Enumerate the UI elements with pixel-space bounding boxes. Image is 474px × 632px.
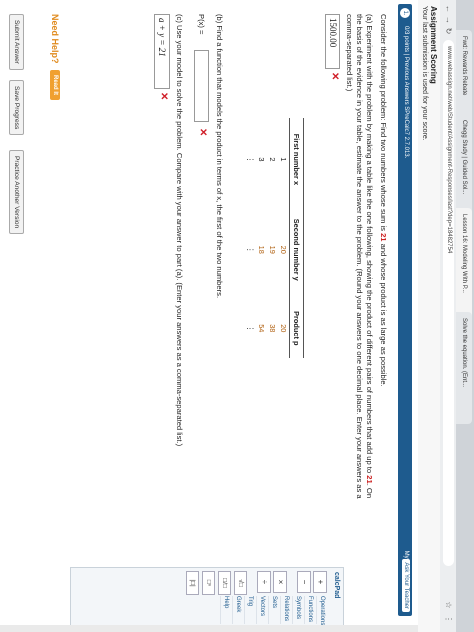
times-key[interactable]: ×	[273, 571, 287, 593]
answer-c-input[interactable]: a + y = 21	[154, 14, 170, 89]
column-header: First number x	[289, 118, 304, 201]
question-panel: 1. 0/3 points | Previous Answers SPreCal…	[0, 0, 418, 632]
divide-key[interactable]: ÷	[257, 571, 271, 593]
page-subtitle: Your last submission is used for your sc…	[421, 6, 428, 141]
page-title: Assignment Scoring	[429, 6, 438, 84]
prompt-text-end: and whose product is as large as possibl…	[379, 241, 388, 387]
prompt-text: Consider the following problem: Find two…	[379, 14, 388, 234]
table-cell: 2	[268, 157, 277, 162]
table-cell: 19	[268, 245, 277, 254]
table-row: 1 20 20	[278, 118, 290, 358]
table-cell: 54	[257, 324, 266, 333]
browser-tab-active[interactable]: Lesson 16: Modeling With P...	[456, 208, 472, 320]
incorrect-icon: ✕	[329, 72, 340, 81]
table-row: 2 19 38	[267, 118, 278, 358]
table-row: ⋮ ⋮ ⋮	[245, 118, 256, 358]
assignment-header: Assignment Scoring Your last submission …	[417, 0, 440, 632]
question-number: 1.	[400, 8, 410, 18]
part-a-text: (a) Experiment with the problem by makin…	[365, 14, 374, 476]
sqrt-key[interactable]: √□	[234, 571, 247, 595]
forward-icon[interactable]: →	[443, 15, 453, 25]
part-b-text: (b) Find a function that models the prod…	[215, 14, 224, 299]
table-cell: 3	[257, 157, 266, 162]
table-cell: 20	[279, 324, 288, 333]
part-c-text: (c) Use your model to solve the problem.…	[175, 14, 184, 447]
table-cell: ⋮	[246, 155, 255, 164]
submit-answer-button[interactable]: Submit Answer	[9, 14, 24, 70]
table-cell: 38	[268, 324, 277, 333]
calcpad-title: calcPad	[333, 572, 340, 599]
calcpad-menu-trig[interactable]: Trig	[244, 596, 255, 624]
address-bar: ← → ↻ www.webassign.net/web/Student/Assi…	[439, 0, 456, 632]
column-header: Product p	[289, 298, 304, 358]
reload-icon[interactable]: ↻	[443, 26, 453, 36]
incorrect-icon: ✕	[158, 92, 169, 101]
part-a-line: the basis of the evidence in your table,…	[355, 14, 364, 499]
column-header: Second number y	[289, 200, 304, 299]
read-it-button[interactable]: Read It	[50, 70, 60, 101]
part-a-text-end: . On	[365, 483, 374, 499]
question-header-bar: 1. 0/3 points | Previous Answers SPreCal…	[398, 4, 412, 616]
calcpad-panel: calcPad + − × ÷ √□ □/□ □ⁿ |□| Operations…	[70, 567, 344, 627]
calcpad-menu-vectors[interactable]: Vectors	[256, 596, 267, 624]
browser-tab[interactable]: Chegg Study | Guided Sol...	[456, 114, 472, 216]
table-cell: 1	[279, 157, 288, 162]
sum-value: 21	[379, 233, 388, 242]
calcpad-menu-operations[interactable]: Operations	[316, 596, 327, 625]
power-key[interactable]: □ⁿ	[202, 571, 215, 595]
scrollbar-track[interactable]	[0, 625, 418, 632]
need-help-label: Need Help?	[50, 14, 60, 64]
abs-key[interactable]: |□|	[186, 571, 199, 595]
url-field[interactable]: www.webassign.net/web/Student/Assignment…	[443, 40, 454, 566]
answer-a-input[interactable]: 1500.00	[325, 14, 340, 69]
calcpad-menu-symbols[interactable]: Symbols	[292, 596, 303, 624]
rotated-screen: Fwd: Rewards Rebate Chegg Study | Guided…	[0, 0, 474, 632]
calcpad-menu-help[interactable]: Help	[220, 596, 231, 624]
part-a-line: (a) Experiment with the problem by makin…	[365, 14, 374, 498]
px-input[interactable]	[194, 50, 209, 122]
calcpad-menu-sets[interactable]: Sets	[268, 596, 279, 624]
calcpad-menu-relations[interactable]: Relations	[280, 596, 291, 624]
part-a-sum: 21	[365, 475, 374, 484]
plus-key[interactable]: +	[313, 571, 327, 593]
calcpad-menu-functions[interactable]: Functions	[304, 596, 315, 624]
back-icon[interactable]: ←	[443, 4, 453, 14]
browser-tab[interactable]: Fwd: Rewards Rebate	[456, 30, 472, 122]
table-row: 3 18 54	[256, 118, 267, 358]
points-line: 0/3 points | Previous Answers SPreCalc7 …	[403, 26, 409, 159]
practice-another-version-button[interactable]: Practice Another Version	[9, 150, 24, 235]
table-cell: 18	[257, 245, 266, 254]
table-cell: 20	[279, 245, 288, 254]
fraction-key[interactable]: □/□	[218, 571, 231, 595]
table-cell: ⋮	[246, 324, 255, 332]
px-label: P(x) =	[197, 14, 206, 35]
save-progress-button[interactable]: Save Progress	[9, 80, 24, 136]
table-cell: ⋮	[246, 246, 255, 254]
minus-key[interactable]: −	[297, 571, 311, 593]
menu-icon[interactable]: ⋮	[443, 614, 453, 624]
experiment-table: First number x Second number y Product p…	[245, 118, 304, 358]
star-icon[interactable]: ☆	[443, 600, 453, 610]
browser-tab[interactable]: Solve the equation. (Ent...	[456, 312, 472, 424]
part-a-line: comma-separated list.)	[345, 14, 354, 92]
browser-tab-bar: Fwd: Rewards Rebate Chegg Study | Guided…	[456, 0, 474, 632]
incorrect-icon: ✕	[197, 128, 208, 137]
problem-statement: Consider the following problem: Find two…	[379, 14, 388, 387]
calcpad-menu-greek[interactable]: Greek	[232, 596, 243, 624]
ask-teacher-button[interactable]: Ask Your Teacher	[402, 559, 410, 612]
